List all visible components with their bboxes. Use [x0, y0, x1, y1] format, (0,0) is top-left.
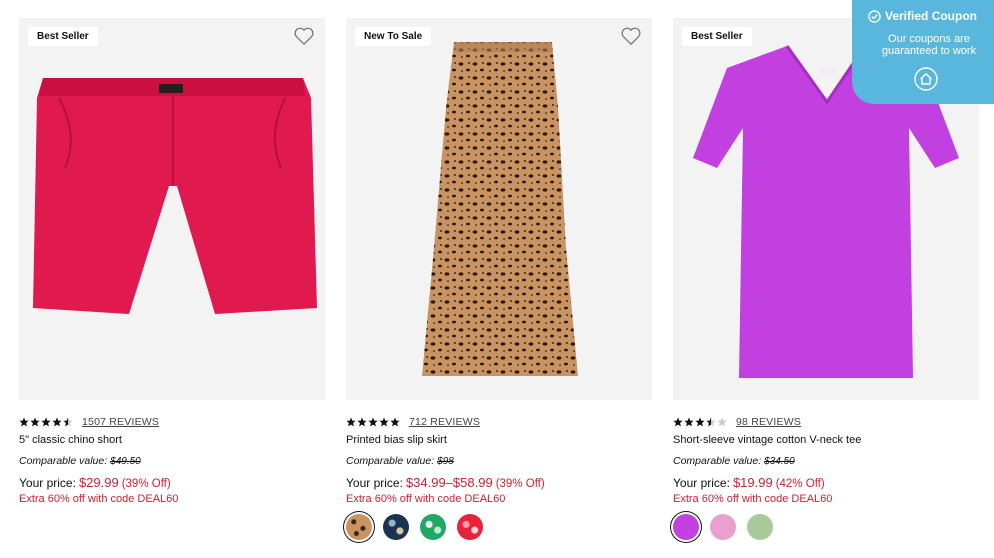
- discount-percent: (39% Off): [495, 478, 545, 490]
- price-label: Your price:: [673, 476, 730, 490]
- star-icon: [673, 417, 683, 427]
- star-icon: [30, 417, 40, 427]
- star-rating: [19, 417, 74, 427]
- swatch-magenta[interactable]: [673, 514, 699, 540]
- product-image[interactable]: Best Seller: [19, 18, 325, 400]
- reviews-link[interactable]: 1507 REVIEWS: [82, 416, 159, 428]
- product-image[interactable]: New To Sale: [346, 18, 652, 400]
- product-card-slip-skirt[interactable]: New To Sale 712 REVIEWS Printed bias sli…: [346, 18, 652, 540]
- comparable-price: $98: [437, 456, 454, 467]
- discount-percent: (39% Off): [121, 478, 171, 490]
- price-row: Your price: $19.99 (42% Off): [673, 475, 825, 490]
- product-name[interactable]: Short-sleeve vintage cotton V-neck tee: [673, 434, 861, 446]
- promo-code-text: Extra 60% off with code DEAL60: [346, 493, 506, 505]
- verified-coupon-banner[interactable]: Verified Coupon Our coupons are guarante…: [852, 0, 994, 104]
- star-icon: [368, 417, 378, 427]
- sale-price: $29.99: [78, 475, 119, 490]
- product-name[interactable]: 5" classic chino short: [19, 434, 122, 446]
- star-rating: [346, 417, 401, 427]
- color-swatches: [673, 514, 773, 540]
- star-icon: [41, 417, 51, 427]
- comparable-value: Comparable value: $98: [346, 455, 454, 467]
- coupon-title-row: Verified Coupon: [868, 9, 977, 23]
- slip-skirt-image: [422, 42, 578, 376]
- swatch-navy-print[interactable]: [383, 514, 409, 540]
- coupon-description: Our coupons are guaranteed to work: [881, 33, 977, 57]
- star-icon: [52, 417, 62, 427]
- sale-price: $19.99: [732, 475, 773, 490]
- product-card-chino-short[interactable]: Best Seller 1507 REVIEWS 5" classic chin…: [19, 18, 325, 505]
- home-icon[interactable]: [914, 67, 938, 91]
- swatch-red-print[interactable]: [457, 514, 483, 540]
- comparable-price: $34.50: [764, 456, 795, 467]
- comparable-price: $49.50: [110, 456, 141, 467]
- comparable-label: Comparable value:: [346, 455, 435, 467]
- star-icon: [346, 417, 356, 427]
- product-name[interactable]: Printed bias slip skirt: [346, 434, 447, 446]
- price-label: Your price:: [346, 476, 403, 490]
- price-label: Your price:: [19, 476, 76, 490]
- comparable-label: Comparable value:: [673, 455, 762, 467]
- star-icon: [684, 417, 694, 427]
- star-icon: [390, 417, 400, 427]
- promo-code-text: Extra 60% off with code DEAL60: [673, 493, 833, 505]
- star-icon: [19, 417, 29, 427]
- half-star-icon: [63, 417, 73, 427]
- star-rating: [673, 417, 728, 427]
- comparable-value: Comparable value: $49.50: [19, 455, 141, 467]
- discount-percent: (42% Off): [775, 478, 825, 490]
- half-star-icon: [706, 417, 716, 427]
- coupon-title: Verified Coupon: [885, 9, 978, 23]
- rating-row: 1507 REVIEWS: [19, 415, 159, 429]
- empty-star-icon: [717, 417, 727, 427]
- swatch-pink[interactable]: [710, 514, 736, 540]
- star-icon: [357, 417, 367, 427]
- price-row: Your price: $34.99–$58.99 (39% Off): [346, 475, 545, 490]
- sale-price: $34.99–$58.99: [405, 475, 493, 490]
- rating-row: 712 REVIEWS: [346, 415, 480, 429]
- comparable-label: Comparable value:: [19, 455, 108, 467]
- reviews-link[interactable]: 98 REVIEWS: [736, 416, 801, 428]
- chino-short-image: [33, 78, 317, 314]
- swatch-sage[interactable]: [747, 514, 773, 540]
- promo-code-text: Extra 60% off with code DEAL60: [19, 493, 179, 505]
- swatch-leopard[interactable]: [346, 514, 372, 540]
- rating-row: 98 REVIEWS: [673, 415, 801, 429]
- star-icon: [379, 417, 389, 427]
- comparable-value: Comparable value: $34.50: [673, 455, 795, 467]
- color-swatches: [346, 514, 483, 540]
- check-circle-icon: [868, 9, 881, 23]
- reviews-link[interactable]: 712 REVIEWS: [409, 416, 480, 428]
- star-icon: [695, 417, 705, 427]
- price-row: Your price: $29.99 (39% Off): [19, 475, 171, 490]
- swatch-green-print[interactable]: [420, 514, 446, 540]
